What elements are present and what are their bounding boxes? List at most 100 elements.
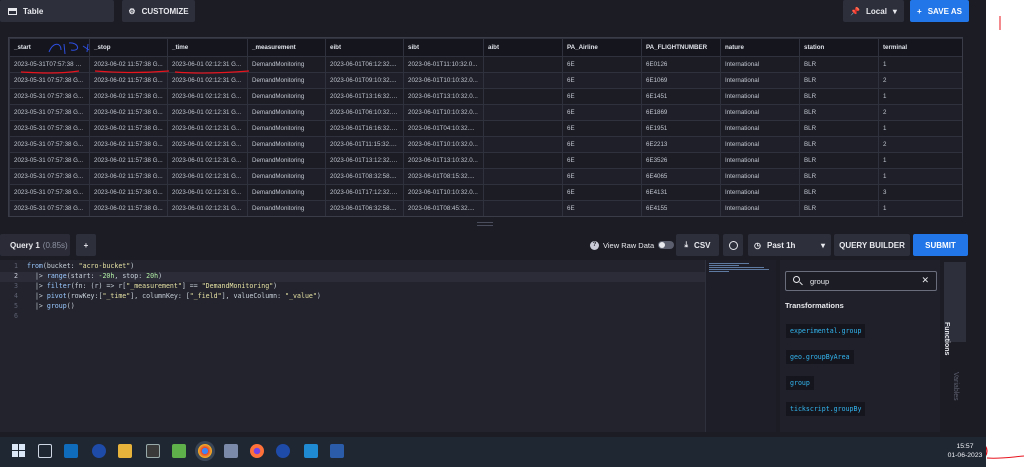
table-cell: 2023-06-01T11:10:32.0...	[403, 56, 484, 73]
search-icon-handle	[799, 281, 803, 286]
column-header[interactable]: _measurement	[247, 38, 326, 57]
column-header[interactable]: _stop	[89, 38, 168, 57]
system-clock[interactable]: 15:57 01-06-2023	[945, 442, 985, 460]
line-number: 1	[14, 262, 18, 270]
table-cell: 2023-06-01 02:12:31 G...	[167, 168, 248, 185]
outlook-icon[interactable]	[64, 444, 78, 458]
webex-meetings-icon[interactable]	[276, 444, 290, 458]
table-cell: DemandMonitoring	[247, 88, 326, 105]
webex-icon[interactable]	[92, 444, 106, 458]
table-cell: 2023-05-31 07:57:38 G...	[9, 136, 90, 153]
table-cell: 2023-06-01T13:12:32.0...	[325, 152, 404, 169]
table-cell: 2023-05-31 07:57:38 G...	[9, 152, 90, 169]
table-cell: DemandMonitoring	[247, 56, 326, 73]
submit-button[interactable]: SUBMIT	[913, 234, 968, 256]
table-cell: DemandMonitoring	[247, 104, 326, 121]
column-header[interactable]: PA_FLIGHTNUMBER	[641, 38, 721, 57]
table-cell: 6E	[562, 120, 642, 137]
view-raw-label: View Raw Data	[603, 240, 655, 250]
table-cell: 2023-06-01 02:12:31 G...	[167, 120, 248, 137]
function-item-geo-groupbyarea[interactable]: geo.groupByArea	[786, 350, 854, 364]
time-range-dropdown[interactable]: ◷ Past 1h ▾	[748, 234, 831, 256]
function-item-tickscript-groupby[interactable]: tickscript.groupBy	[786, 402, 866, 416]
table-cell: 6E	[562, 136, 642, 153]
code-line: 6	[0, 312, 705, 322]
table-cell: International	[720, 152, 800, 169]
column-header[interactable]: _start	[9, 38, 90, 57]
table-cell: 1	[878, 120, 962, 137]
customize-button[interactable]: ⚙ CUSTOMIZE	[122, 0, 195, 22]
tab-functions[interactable]: Functions	[943, 262, 966, 355]
query-builder-button[interactable]: QUERY BUILDER	[834, 234, 910, 256]
function-item-experimental-group[interactable]: experimental.group	[786, 324, 866, 338]
time-range-label: Past 1h	[766, 240, 796, 250]
table-cell: 1	[878, 88, 962, 105]
column-header[interactable]: sibt	[403, 38, 484, 57]
table-cell: 2	[878, 136, 962, 153]
column-header[interactable]: eibt	[325, 38, 404, 57]
panel-resize-handle[interactable]	[0, 220, 986, 230]
table-cell: BLR	[799, 120, 879, 137]
flux-script-editor[interactable]: 1 from(bucket: "acro-bucket") 2 |> range…	[0, 260, 705, 432]
table-cell: 2023-06-01T08:32:58....	[325, 168, 404, 185]
clock-time: 15:57	[956, 443, 974, 450]
table-cell: 6E	[562, 56, 642, 73]
annotation-tail-clock	[986, 455, 1024, 459]
save-as-button[interactable]: + SAVE AS	[910, 0, 969, 22]
view-type-dropdown[interactable]: Table	[0, 0, 114, 22]
network-tool-icon[interactable]	[224, 444, 238, 458]
function-search-input[interactable]: group	[810, 277, 829, 286]
table-cell: 6E	[562, 152, 642, 169]
editor-minimap[interactable]	[705, 260, 776, 432]
table-body: 2023-05-31T07:57:38 G... 2023-06-02 11:57…	[9, 56, 962, 216]
save-as-label: SAVE AS	[927, 6, 962, 16]
function-item-group[interactable]: group	[786, 376, 814, 390]
vscode-icon[interactable]	[304, 444, 318, 458]
customize-label: CUSTOMIZE	[141, 6, 189, 16]
table-cell: 2023-06-01T10:10:32.0...	[403, 104, 484, 121]
column-header[interactable]: aibt	[483, 38, 563, 57]
table-cell: International	[720, 72, 800, 89]
column-header[interactable]: station	[799, 38, 879, 57]
windows-start-icon[interactable]	[12, 444, 25, 457]
table-cell: 2023-06-02 11:57:38 G...	[89, 184, 168, 201]
table-cell: International	[720, 88, 800, 105]
table-icon	[8, 7, 17, 15]
code-text: |> filter(fn: (r) => r["_measurement"] =…	[27, 282, 278, 290]
chrome-icon[interactable]	[198, 444, 212, 458]
terminal-icon[interactable]	[146, 444, 160, 458]
view-raw-data-toggle[interactable]: ? View Raw Data	[590, 238, 675, 252]
query-tab[interactable]: Query 1 (0.85s)	[0, 234, 70, 256]
task-view-icon[interactable]	[38, 444, 52, 458]
column-header[interactable]: _time	[167, 38, 248, 57]
csv-download-button[interactable]: ⤓ CSV	[676, 234, 719, 256]
file-explorer-icon[interactable]	[118, 444, 132, 458]
table-cell: BLR	[799, 88, 879, 105]
clear-search-icon[interactable]: ✕	[921, 275, 929, 286]
table-cell: 2023-05-31 07:57:38 G...	[9, 104, 90, 121]
function-search-box[interactable]: group ✕	[785, 271, 937, 291]
notepad-icon[interactable]	[172, 444, 186, 458]
refresh-button[interactable]	[723, 234, 743, 256]
add-query-label: +	[83, 240, 89, 250]
powershell-icon[interactable]	[330, 444, 344, 458]
firefox-icon[interactable]	[250, 444, 264, 458]
column-header[interactable]: PA_Airline	[562, 38, 642, 57]
table-cell: 6E1869	[641, 104, 721, 121]
toggle-switch[interactable]	[658, 241, 675, 249]
table-cell: International	[720, 200, 800, 216]
table-row: 2023-05-31 07:57:38 G... 2023-06-02 11:57…	[9, 88, 962, 105]
table-cell: 2023-06-01T08:45:32....	[403, 200, 484, 216]
table-cell: BLR	[799, 104, 879, 121]
column-header[interactable]: nature	[720, 38, 800, 57]
table-cell: 2023-06-01T11:15:32.0...	[325, 136, 404, 153]
table-cell: 2023-06-02 11:57:38 G...	[89, 168, 168, 185]
column-header[interactable]: terminal	[878, 38, 962, 57]
results-table-panel[interactable]: _start _stop _time _measurement eibt sibt aibt…	[8, 37, 963, 217]
table-cell	[483, 184, 563, 201]
table-cell: 2023-05-31 07:57:38 G...	[9, 200, 90, 216]
timezone-dropdown[interactable]: 📌 Local ▾	[843, 0, 904, 22]
add-query-button[interactable]: +	[76, 234, 96, 256]
table-row: 2023-05-31 07:57:38 G... 2023-06-02 11:57…	[9, 200, 962, 216]
tab-variables[interactable]: Variables	[944, 360, 966, 430]
